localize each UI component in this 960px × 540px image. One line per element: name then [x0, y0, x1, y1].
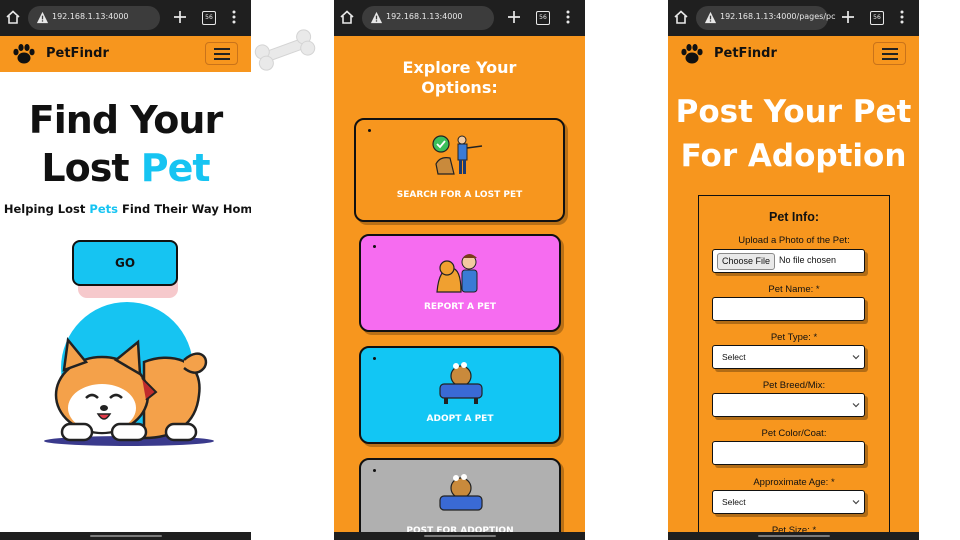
pet-color-label: Pet Color/Coat: — [761, 428, 827, 439]
brand-name[interactable]: PetFindr — [46, 46, 109, 61]
new-tab-icon[interactable] — [172, 9, 188, 25]
chevron-down-icon — [852, 355, 860, 360]
phone-home-screen: 192.168.1.13:4000 56 PetFindr Find Your … — [0, 0, 251, 540]
bone-decoration — [254, 29, 316, 71]
search-pet-illustration — [432, 135, 483, 175]
address-bar[interactable]: 192.168.1.13:4000 — [28, 6, 160, 30]
site-navbar: PetFindr — [0, 36, 251, 72]
hero-title-line1: Find Your — [28, 98, 223, 142]
option-card-adopt-pet[interactable]: ADOPT A PET — [359, 346, 561, 444]
paw-logo-icon[interactable] — [680, 43, 704, 65]
gesture-pill[interactable] — [424, 535, 496, 537]
tab-switcher-button[interactable]: 56 — [536, 11, 550, 25]
browser-toolbar: 192.168.1.13:4000 56 — [334, 0, 585, 36]
select-value: Select — [722, 352, 746, 362]
warning-icon — [704, 11, 717, 24]
warning-icon — [370, 11, 383, 24]
hamburger-menu-button[interactable] — [205, 42, 238, 65]
gesture-pill[interactable] — [758, 535, 830, 537]
file-status: No file chosen — [779, 255, 837, 265]
option-card-report-pet[interactable]: REPORT A PET — [359, 234, 561, 332]
gesture-pill[interactable] — [90, 535, 162, 537]
report-pet-illustration — [436, 254, 478, 293]
option-card-search-lost-pet[interactable]: SEARCH FOR A LOST PET — [354, 118, 565, 222]
form-title: Pet Info: — [769, 210, 819, 224]
phone-explore-screen: 192.168.1.13:4000 56 Explore Your Option… — [334, 0, 585, 540]
choose-file-button[interactable]: Choose File — [717, 253, 776, 270]
chevron-down-icon — [852, 403, 860, 408]
chevron-down-icon — [852, 500, 860, 505]
pet-color-input[interactable] — [712, 441, 865, 465]
pet-type-label: Pet Type: * — [770, 332, 818, 343]
home-icon[interactable] — [339, 9, 355, 25]
dog-bath-illustration — [439, 474, 483, 511]
menu-dots-icon[interactable] — [562, 9, 574, 25]
system-nav-bar — [668, 532, 919, 540]
tab-switcher-button[interactable]: 56 — [870, 11, 884, 25]
pet-info-form: Pet Info: Upload a Photo of the Pet: Cho… — [698, 195, 890, 540]
url-text: 192.168.1.13:4000/pages/pc — [720, 12, 836, 21]
photo-label: Upload a Photo of the Pet: — [738, 235, 850, 246]
address-bar[interactable]: 192.168.1.13:4000 — [362, 6, 494, 30]
option-label: REPORT A PET — [423, 302, 497, 312]
option-label: SEARCH FOR A LOST PET — [396, 190, 523, 200]
pet-type-select[interactable]: Select — [712, 345, 865, 369]
site-navbar: PetFindr — [668, 36, 919, 72]
photo-file-input[interactable]: Choose File No file chosen — [712, 249, 865, 273]
post-adoption-heading: Post Your Pet For Adoption — [675, 94, 912, 174]
menu-dots-icon[interactable] — [228, 9, 240, 25]
shiba-dog-illustration — [44, 302, 214, 446]
new-tab-icon[interactable] — [506, 9, 522, 25]
new-tab-icon[interactable] — [840, 9, 856, 25]
hero-title-line2: Lost Pet — [41, 146, 210, 190]
option-card-post-adoption[interactable]: POST FOR ADOPTION — [359, 458, 561, 540]
phone-post-adoption-screen: 192.168.1.13:4000/pages/pc 56 PetFindr P… — [668, 0, 919, 540]
paw-logo-icon[interactable] — [12, 43, 36, 65]
pet-breed-label: Pet Breed/Mix: — [762, 380, 826, 391]
explore-heading: Explore Your Options: — [402, 58, 517, 97]
address-bar[interactable]: 192.168.1.13:4000/pages/pc — [696, 6, 836, 30]
url-text: 192.168.1.13:4000 — [52, 12, 129, 21]
warning-icon — [36, 11, 49, 24]
select-value: Select — [722, 497, 746, 507]
system-nav-bar — [334, 532, 585, 540]
home-icon[interactable] — [5, 9, 21, 25]
pet-age-label: Approximate Age: * — [753, 477, 835, 488]
go-button[interactable]: GO — [72, 240, 178, 286]
system-nav-bar — [0, 532, 251, 540]
dog-bath-illustration — [439, 362, 483, 404]
pet-name-input[interactable] — [712, 297, 865, 321]
pet-age-select[interactable]: Select — [712, 490, 865, 514]
url-text: 192.168.1.13:4000 — [386, 12, 463, 21]
home-icon[interactable] — [673, 9, 689, 25]
hamburger-menu-button[interactable] — [873, 42, 906, 65]
browser-toolbar: 192.168.1.13:4000 56 — [0, 0, 251, 36]
option-label: ADOPT A PET — [426, 414, 494, 424]
pet-breed-select[interactable] — [712, 393, 865, 417]
menu-dots-icon[interactable] — [896, 9, 908, 25]
pet-name-label: Pet Name: * — [768, 284, 820, 295]
hero-tagline: Helping Lost Pets Find Their Way Home — [3, 202, 251, 216]
browser-toolbar: 192.168.1.13:4000/pages/pc 56 — [668, 0, 919, 36]
brand-name[interactable]: PetFindr — [714, 46, 777, 61]
tab-switcher-button[interactable]: 56 — [202, 11, 216, 25]
